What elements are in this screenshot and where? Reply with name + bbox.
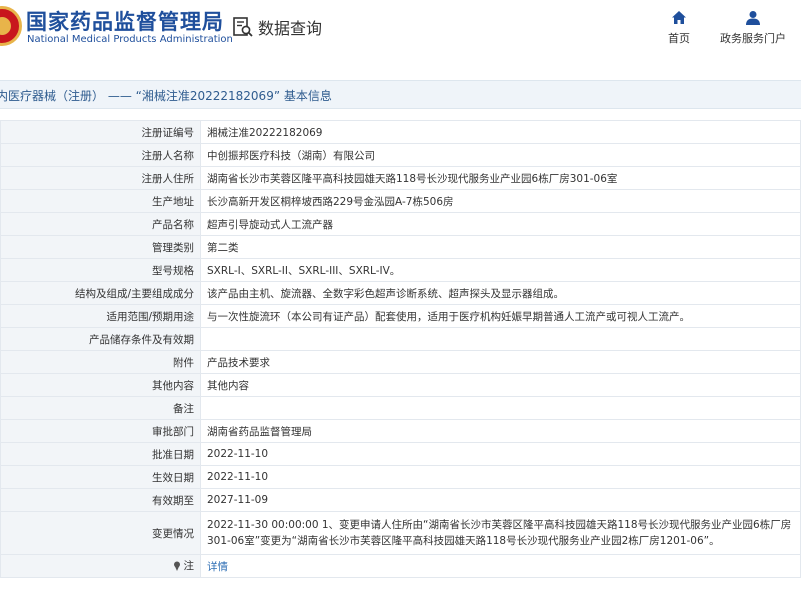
- table-row: 结构及组成/主要组成成分 该产品由主机、旋流器、全数字彩色超声诊断系统、超声探头及…: [0, 281, 801, 305]
- pin-icon: [173, 561, 180, 571]
- nav-home-link[interactable]: 首页: [668, 10, 690, 46]
- row-value: 长沙高新开发区桐梓坡西路229号金泓园A-7栋506房: [200, 189, 801, 213]
- row-label: 附件: [0, 350, 201, 374]
- table-row: 注册人名称 中创振邦医疗科技（湖南）有限公司: [0, 143, 801, 167]
- row-label: 生产地址: [0, 189, 201, 213]
- row-label: 其他内容: [0, 373, 201, 397]
- row-label: 备注: [0, 396, 201, 420]
- table-row: 注册证编号 湘械注准20222182069: [0, 120, 801, 144]
- table-row: 管理类别 第二类: [0, 235, 801, 259]
- row-value: 湖南省长沙市芙蓉区隆平高科技园雄天路118号长沙现代服务业产业园6栋厂房301-…: [200, 166, 801, 190]
- row-label: 管理类别: [0, 235, 201, 259]
- row-value: [200, 327, 801, 351]
- breadcrumb-text: 内医疗器械（注册） —— “湘械注准20222182069” 基本信息: [0, 89, 332, 103]
- table-row: 备注: [0, 396, 801, 420]
- table-row: 有效期至 2027-11-09: [0, 488, 801, 512]
- row-value: 与一次性旋流环（本公司有证产品）配套使用，适用于医疗机构妊娠早期普通人工流产或可…: [200, 304, 801, 328]
- row-value: 中创振邦医疗科技（湖南）有限公司: [200, 143, 801, 167]
- query-title: 数据查询: [258, 19, 323, 38]
- row-value: 湖南省药品监督管理局: [200, 419, 801, 443]
- row-label: 注册人住所: [0, 166, 201, 190]
- nav-portal-label: 政务服务门户: [720, 32, 786, 45]
- row-label: 注册人名称: [0, 143, 201, 167]
- nav-portal-link[interactable]: 政务服务门户: [720, 10, 786, 46]
- national-emblem-logo: [0, 6, 22, 46]
- table-row: 批准日期 2022-11-10: [0, 442, 801, 466]
- table-row: 附件 产品技术要求: [0, 350, 801, 374]
- row-label: 有效期至: [0, 488, 201, 512]
- table-row: 注册人住所 湖南省长沙市芙蓉区隆平高科技园雄天路118号长沙现代服务业产业园6栋厂…: [0, 166, 801, 190]
- table-row: 适用范围/预期用途 与一次性旋流环（本公司有证产品）配套使用，适用于医疗机构妊娠早…: [0, 304, 801, 328]
- detail-cell: 详情: [200, 554, 801, 578]
- row-label: 审批部门: [0, 419, 201, 443]
- row-value: 2022-11-10: [200, 442, 801, 466]
- row-label: 注册证编号: [0, 120, 201, 144]
- table-row: 产品名称 超声引导旋动式人工流产器: [0, 212, 801, 236]
- row-label: 产品名称: [0, 212, 201, 236]
- row-label: 型号规格: [0, 258, 201, 282]
- user-icon: [746, 11, 760, 25]
- table-row: 审批部门 湖南省药品监督管理局: [0, 419, 801, 443]
- table-row: 生效日期 2022-11-10: [0, 465, 801, 489]
- row-value: 2022-11-30 00:00:00 1、变更申请人住所由“湖南省长沙市芙蓉区…: [200, 511, 801, 555]
- row-value: 2022-11-10: [200, 465, 801, 489]
- row-value: 第二类: [200, 235, 801, 259]
- home-icon: [672, 11, 686, 24]
- row-label: 适用范围/预期用途: [0, 304, 201, 328]
- table-row: 产品储存条件及有效期: [0, 327, 801, 351]
- row-label: 批准日期: [0, 442, 201, 466]
- row-value: SXRL-I、SXRL-II、SXRL-III、SXRL-IV。: [200, 258, 801, 282]
- row-label: 生效日期: [0, 465, 201, 489]
- device-info-table: 注册证编号 湘械注准20222182069 注册人名称 中创振邦医疗科技（湖南）有限…: [0, 120, 801, 578]
- row-label: 变更情况: [0, 511, 201, 555]
- table-row: 变更情况 2022-11-30 00:00:00 1、变更申请人住所由“湖南省长沙…: [0, 511, 801, 555]
- note-label-cell: 注: [0, 554, 201, 578]
- row-label: 注: [183, 560, 195, 573]
- row-value: 产品技术要求: [200, 350, 801, 374]
- row-value: 超声引导旋动式人工流产器: [200, 212, 801, 236]
- row-label: 结构及组成/主要组成成分: [0, 281, 201, 305]
- table-row: 注 详情: [0, 554, 801, 578]
- row-value: [200, 396, 801, 420]
- breadcrumb: 内医疗器械（注册） —— “湘械注准20222182069” 基本信息: [0, 80, 801, 109]
- table-row: 生产地址 长沙高新开发区桐梓坡西路229号金泓园A-7栋506房: [0, 189, 801, 213]
- document-search-icon: [233, 17, 253, 37]
- table-row: 型号规格 SXRL-I、SXRL-II、SXRL-III、SXRL-IV。: [0, 258, 801, 282]
- nav-home-label: 首页: [668, 32, 690, 45]
- detail-link[interactable]: 详情: [207, 561, 228, 573]
- row-value: 其他内容: [200, 373, 801, 397]
- site-name-en[interactable]: National Medical Products Administration: [27, 34, 233, 45]
- site-name-cn[interactable]: 国家药品监督管理局: [26, 6, 224, 36]
- note-label: 注: [172, 558, 195, 573]
- site-header: 国家药品监督管理局 National Medical Products Admi…: [0, 0, 801, 68]
- row-value: 2027-11-09: [200, 488, 801, 512]
- row-value: 该产品由主机、旋流器、全数字彩色超声诊断系统、超声探头及显示器组成。: [200, 281, 801, 305]
- data-query-heading: 数据查询: [232, 15, 322, 39]
- row-value: 湘械注准20222182069: [200, 120, 801, 144]
- row-label: 产品储存条件及有效期: [0, 327, 201, 351]
- table-row: 其他内容 其他内容: [0, 373, 801, 397]
